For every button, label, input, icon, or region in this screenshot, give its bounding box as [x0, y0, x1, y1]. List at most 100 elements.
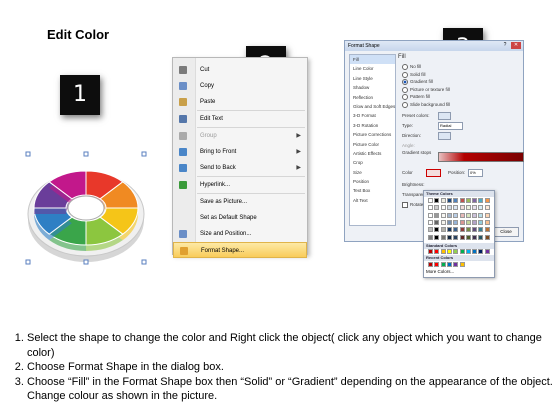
color-swatch[interactable]	[465, 205, 471, 211]
nav-item[interactable]: Crop	[350, 158, 395, 167]
nav-item[interactable]: Alt Text	[350, 196, 395, 205]
fill-option-radio[interactable]: Picture or texture fill	[402, 86, 450, 93]
color-swatch[interactable]	[484, 249, 490, 254]
selection-handle[interactable]	[141, 259, 147, 265]
color-swatch[interactable]	[478, 198, 484, 203]
color-swatch[interactable]	[459, 262, 465, 267]
nav-item[interactable]: Picture Corrections	[350, 130, 395, 139]
nav-item[interactable]: Artistic Effects	[350, 149, 395, 158]
color-swatch[interactable]	[428, 212, 433, 218]
type-dropdown[interactable]: Radial	[438, 122, 463, 130]
color-swatch[interactable]	[428, 234, 433, 240]
color-swatch[interactable]	[472, 212, 478, 218]
color-swatch[interactable]	[446, 262, 452, 267]
color-swatch[interactable]	[428, 198, 433, 203]
color-swatch[interactable]	[440, 198, 446, 203]
nav-item[interactable]: Size	[350, 168, 395, 177]
menu-item-paste[interactable]: Paste	[173, 94, 307, 110]
menu-item-save-as-picture[interactable]: Save as Picture...	[173, 194, 307, 210]
help-button[interactable]: ?	[500, 42, 510, 49]
color-swatch[interactable]	[440, 262, 446, 267]
color-swatch[interactable]	[465, 212, 471, 218]
color-swatch[interactable]	[440, 234, 446, 240]
color-swatch[interactable]	[446, 249, 452, 254]
color-swatch[interactable]	[453, 262, 459, 267]
color-swatch[interactable]	[428, 205, 433, 211]
nav-item[interactable]: Glow and Soft Edges	[350, 102, 395, 111]
puzzle-ring-graphic[interactable]	[24, 150, 152, 270]
color-swatch[interactable]	[440, 212, 446, 218]
nav-item[interactable]: Fill	[350, 55, 395, 65]
close-icon[interactable]: ✕	[511, 42, 521, 49]
selection-handle[interactable]	[83, 151, 89, 157]
selection-handle[interactable]	[25, 151, 31, 157]
color-swatch[interactable]	[440, 219, 446, 225]
color-swatch[interactable]	[440, 227, 446, 233]
menu-item-bring-to-front[interactable]: Bring to Front ▶	[173, 144, 307, 160]
color-swatch[interactable]	[465, 234, 471, 240]
color-swatch[interactable]	[446, 219, 452, 225]
color-swatch[interactable]	[434, 219, 440, 225]
color-swatch[interactable]	[465, 198, 471, 203]
menu-item-copy[interactable]: Copy	[173, 78, 307, 94]
color-swatch[interactable]	[472, 198, 478, 203]
color-swatch[interactable]	[428, 227, 433, 233]
color-swatch[interactable]	[459, 234, 465, 240]
color-swatch[interactable]	[453, 198, 459, 203]
color-swatch[interactable]	[459, 198, 465, 203]
nav-item[interactable]: Position	[350, 177, 395, 186]
fill-option-radio[interactable]: Gradient fill	[402, 79, 433, 85]
color-swatch[interactable]	[484, 205, 490, 211]
position-field[interactable]: 0%	[468, 169, 483, 177]
more-colors-link[interactable]: More Colors...	[426, 269, 454, 274]
color-swatch[interactable]	[484, 227, 490, 233]
gradient-stops-slider[interactable]	[438, 152, 524, 162]
color-swatch[interactable]	[478, 249, 484, 254]
color-swatch[interactable]	[453, 205, 459, 211]
color-swatch[interactable]	[446, 227, 452, 233]
color-swatch[interactable]	[440, 249, 446, 254]
color-picker-button[interactable]	[426, 169, 441, 177]
color-swatch[interactable]	[465, 219, 471, 225]
color-swatch[interactable]	[434, 249, 440, 254]
color-swatch[interactable]	[453, 219, 459, 225]
color-swatch[interactable]	[459, 212, 465, 218]
color-swatch[interactable]	[459, 205, 465, 211]
color-swatch[interactable]	[472, 234, 478, 240]
color-swatch[interactable]	[446, 212, 452, 218]
color-swatch[interactable]	[453, 234, 459, 240]
color-swatch[interactable]	[478, 212, 484, 218]
color-swatch[interactable]	[459, 219, 465, 225]
color-swatch[interactable]	[453, 249, 459, 254]
selection-handle[interactable]	[25, 259, 31, 265]
menu-item-send-to-back[interactable]: Send to Back ▶	[173, 160, 307, 176]
color-swatch[interactable]	[484, 219, 490, 225]
color-swatch[interactable]	[478, 219, 484, 225]
menu-item-format-shape[interactable]: Format Shape...	[173, 242, 307, 258]
color-swatch[interactable]	[484, 198, 490, 203]
direction-dropdown[interactable]	[438, 132, 451, 140]
color-swatch[interactable]	[478, 234, 484, 240]
color-swatch[interactable]	[434, 205, 440, 211]
color-swatch[interactable]	[453, 212, 459, 218]
nav-item[interactable]: 3-D Format	[350, 111, 395, 120]
color-swatch[interactable]	[459, 249, 465, 254]
nav-item[interactable]: Picture Color	[350, 140, 395, 149]
selection-handle[interactable]	[141, 151, 147, 157]
menu-item-cut[interactable]: Cut	[173, 62, 307, 78]
color-swatch[interactable]	[484, 234, 490, 240]
fill-option-radio[interactable]: Solid fill	[402, 71, 426, 78]
menu-item-group[interactable]: Group ▶	[173, 128, 307, 144]
nav-item[interactable]: Text Box	[350, 186, 395, 195]
fill-option-radio[interactable]: Pattern fill	[402, 94, 430, 100]
color-swatch[interactable]	[459, 227, 465, 233]
close-button[interactable]: Close	[493, 227, 519, 237]
color-swatch[interactable]	[434, 198, 440, 203]
color-swatch[interactable]	[428, 219, 433, 225]
color-swatch[interactable]	[434, 227, 440, 233]
color-swatch[interactable]	[472, 227, 478, 233]
preset-colors-dropdown[interactable]	[438, 112, 451, 120]
color-swatch[interactable]	[428, 262, 433, 267]
menu-item-size-and-position[interactable]: Size and Position...	[173, 226, 307, 242]
color-swatch[interactable]	[472, 249, 478, 254]
